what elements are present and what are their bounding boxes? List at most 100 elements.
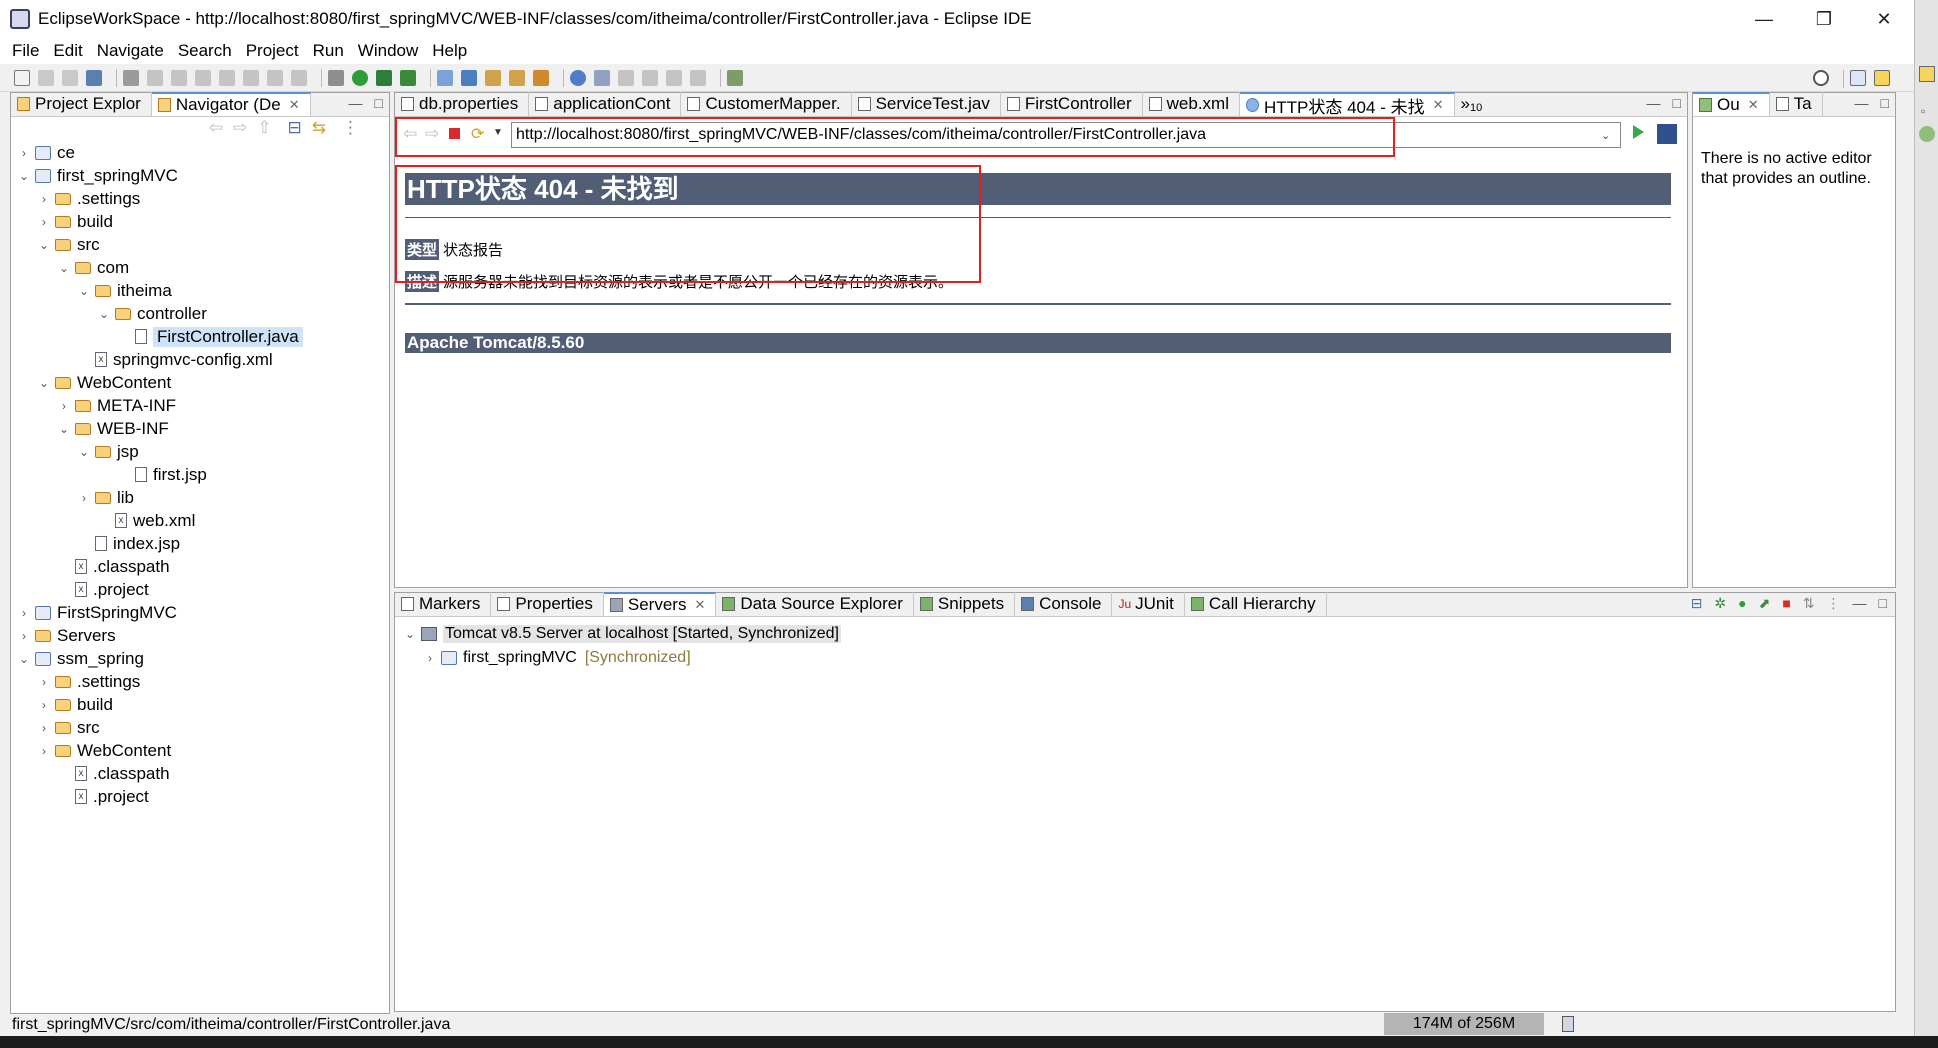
- search-icon[interactable]: [1813, 70, 1829, 86]
- open-type-icon[interactable]: [485, 69, 501, 86]
- view-menu-icon[interactable]: ⋮: [342, 118, 359, 138]
- debug-server-icon[interactable]: ✲: [1714, 595, 1726, 612]
- tab-markers[interactable]: Markers: [395, 592, 492, 616]
- back-icon[interactable]: ⇦: [209, 118, 223, 138]
- close-tab-icon[interactable]: ✕: [694, 597, 705, 613]
- close-button[interactable]: ✕: [1854, 0, 1914, 38]
- chevron-right-icon[interactable]: ›: [37, 744, 51, 758]
- maximize-view-icon[interactable]: □: [1879, 595, 1887, 612]
- tab-customer-mapper[interactable]: CustomerMapper.: [681, 92, 852, 116]
- minimize-view-icon[interactable]: —: [1647, 95, 1661, 111]
- tab-servers[interactable]: Servers ✕: [603, 592, 717, 616]
- chevron-down-icon[interactable]: ⌄: [57, 422, 71, 436]
- tree-item[interactable]: › build: [37, 210, 113, 233]
- chevron-down-icon[interactable]: ⌄: [17, 652, 31, 666]
- minimize-view-icon[interactable]: —: [349, 95, 363, 111]
- open-perspective-icon[interactable]: [1850, 70, 1866, 86]
- chevron-right-icon[interactable]: ›: [37, 698, 51, 712]
- chevron-right-icon[interactable]: ›: [37, 675, 51, 689]
- save-all-icon[interactable]: [62, 69, 78, 86]
- tree-item[interactable]: › META-INF: [57, 394, 176, 417]
- tree-item[interactable]: ⌄ itheima: [77, 279, 172, 302]
- menu-file[interactable]: File: [12, 41, 39, 61]
- chevron-right-icon[interactable]: ›: [17, 146, 31, 160]
- maximize-view-icon[interactable]: □: [1673, 95, 1681, 111]
- suspend-icon[interactable]: [171, 69, 187, 86]
- tab-overflow[interactable]: » 10: [1455, 92, 1493, 116]
- resume-icon[interactable]: [147, 69, 163, 86]
- chevron-down-icon[interactable]: ⌄: [37, 376, 51, 390]
- tab-db-properties[interactable]: db.properties: [395, 92, 530, 116]
- tree-item[interactable]: x .classpath: [57, 555, 170, 578]
- chevron-right-icon[interactable]: ›: [37, 192, 51, 206]
- chevron-down-icon[interactable]: ⌄: [403, 627, 417, 641]
- close-tab-icon[interactable]: ✕: [1433, 97, 1444, 113]
- link-with-editor-icon[interactable]: ⇆: [312, 118, 326, 138]
- java-ee-perspective-icon[interactable]: [1874, 70, 1890, 86]
- tab-call-hierarchy[interactable]: Call Hierarchy: [1185, 592, 1327, 616]
- tab-project-explorer[interactable]: Project Explor: [11, 92, 152, 116]
- tab-service-test[interactable]: ServiceTest.jav: [852, 92, 1001, 116]
- chevron-right-icon[interactable]: ›: [57, 399, 71, 413]
- java-ee-perspective-icon[interactable]: [1919, 66, 1935, 82]
- chevron-right-icon[interactable]: ›: [77, 491, 91, 505]
- collapse-all-icon[interactable]: ⊟: [1691, 595, 1703, 612]
- tab-properties[interactable]: Properties: [491, 592, 604, 616]
- tree-item[interactable]: FirstController.java: [117, 325, 303, 348]
- tab-snippets[interactable]: Snippets: [914, 592, 1016, 616]
- restore-view-icon[interactable]: ▫: [1921, 104, 1925, 118]
- new-class-icon[interactable]: [461, 69, 477, 86]
- next-annotation-icon[interactable]: [618, 69, 634, 86]
- chevron-right-icon[interactable]: ›: [17, 606, 31, 620]
- tree-item[interactable]: x .classpath: [57, 762, 170, 785]
- module-row[interactable]: › first_springMVC [Synchronized]: [423, 647, 691, 669]
- tree-item[interactable]: › .settings: [37, 670, 140, 693]
- search-tool-icon[interactable]: [533, 69, 549, 86]
- tree-item[interactable]: › .settings: [37, 187, 140, 210]
- start-server-icon[interactable]: ●: [1738, 595, 1746, 612]
- chevron-right-icon[interactable]: ›: [37, 215, 51, 229]
- tree-item[interactable]: first.jsp: [117, 463, 207, 486]
- maximize-view-icon[interactable]: □: [375, 95, 383, 111]
- previous-annotation-icon[interactable]: [642, 69, 658, 86]
- go-icon[interactable]: [1633, 125, 1644, 139]
- menu-help[interactable]: Help: [432, 41, 467, 61]
- garbage-collect-icon[interactable]: [1562, 1016, 1574, 1032]
- chevron-down-icon[interactable]: ⌄: [77, 284, 91, 298]
- up-icon[interactable]: ⇧: [257, 118, 271, 138]
- tree-item[interactable]: ⌄ jsp: [77, 440, 139, 463]
- restore-button[interactable]: ❐: [1794, 0, 1854, 38]
- minimize-view-icon[interactable]: —: [1853, 595, 1867, 612]
- heap-status[interactable]: 174M of 256M: [1384, 1013, 1544, 1035]
- tab-web-xml[interactable]: web.xml: [1143, 92, 1240, 116]
- console-icon[interactable]: [86, 69, 102, 86]
- tree-item[interactable]: index.jsp: [77, 532, 180, 555]
- chevron-down-icon[interactable]: ⌄: [17, 169, 31, 183]
- stop-server-icon[interactable]: ■: [1782, 595, 1790, 612]
- tree-item[interactable]: x springmvc-config.xml: [77, 348, 273, 371]
- coverage-icon[interactable]: [376, 69, 392, 86]
- tree-item[interactable]: ⌄ WebContent: [37, 371, 171, 394]
- chevron-down-icon[interactable]: ⌄: [57, 261, 71, 275]
- chevron-right-icon[interactable]: ›: [17, 629, 31, 643]
- profile-server-icon[interactable]: ⬈: [1759, 595, 1771, 612]
- web-browser-icon[interactable]: [570, 69, 586, 86]
- chevron-down-icon[interactable]: ⌄: [77, 445, 91, 459]
- tree-item[interactable]: ⌄ src: [37, 233, 100, 256]
- back-icon[interactable]: [666, 69, 682, 86]
- disconnect-icon[interactable]: [219, 69, 235, 86]
- open-external-browser-icon[interactable]: [1657, 124, 1677, 144]
- tree-item[interactable]: › lib: [77, 486, 134, 509]
- pin-editor-icon[interactable]: [727, 69, 743, 86]
- skip-breakpoints-icon[interactable]: [123, 69, 139, 86]
- debug-icon[interactable]: [328, 69, 344, 86]
- chevron-right-icon[interactable]: ›: [423, 651, 437, 665]
- tree-item[interactable]: ⌄ controller: [97, 302, 207, 325]
- open-task-icon[interactable]: [509, 69, 525, 86]
- tab-navigator[interactable]: Navigator (De ✕: [151, 92, 311, 116]
- chevron-down-icon[interactable]: ⌄: [1601, 129, 1610, 142]
- tree-item[interactable]: ⌄ com: [57, 256, 129, 279]
- tree-item[interactable]: › ce: [17, 141, 75, 164]
- collapse-all-icon[interactable]: ⊟: [288, 118, 302, 138]
- menu-window[interactable]: Window: [358, 41, 418, 61]
